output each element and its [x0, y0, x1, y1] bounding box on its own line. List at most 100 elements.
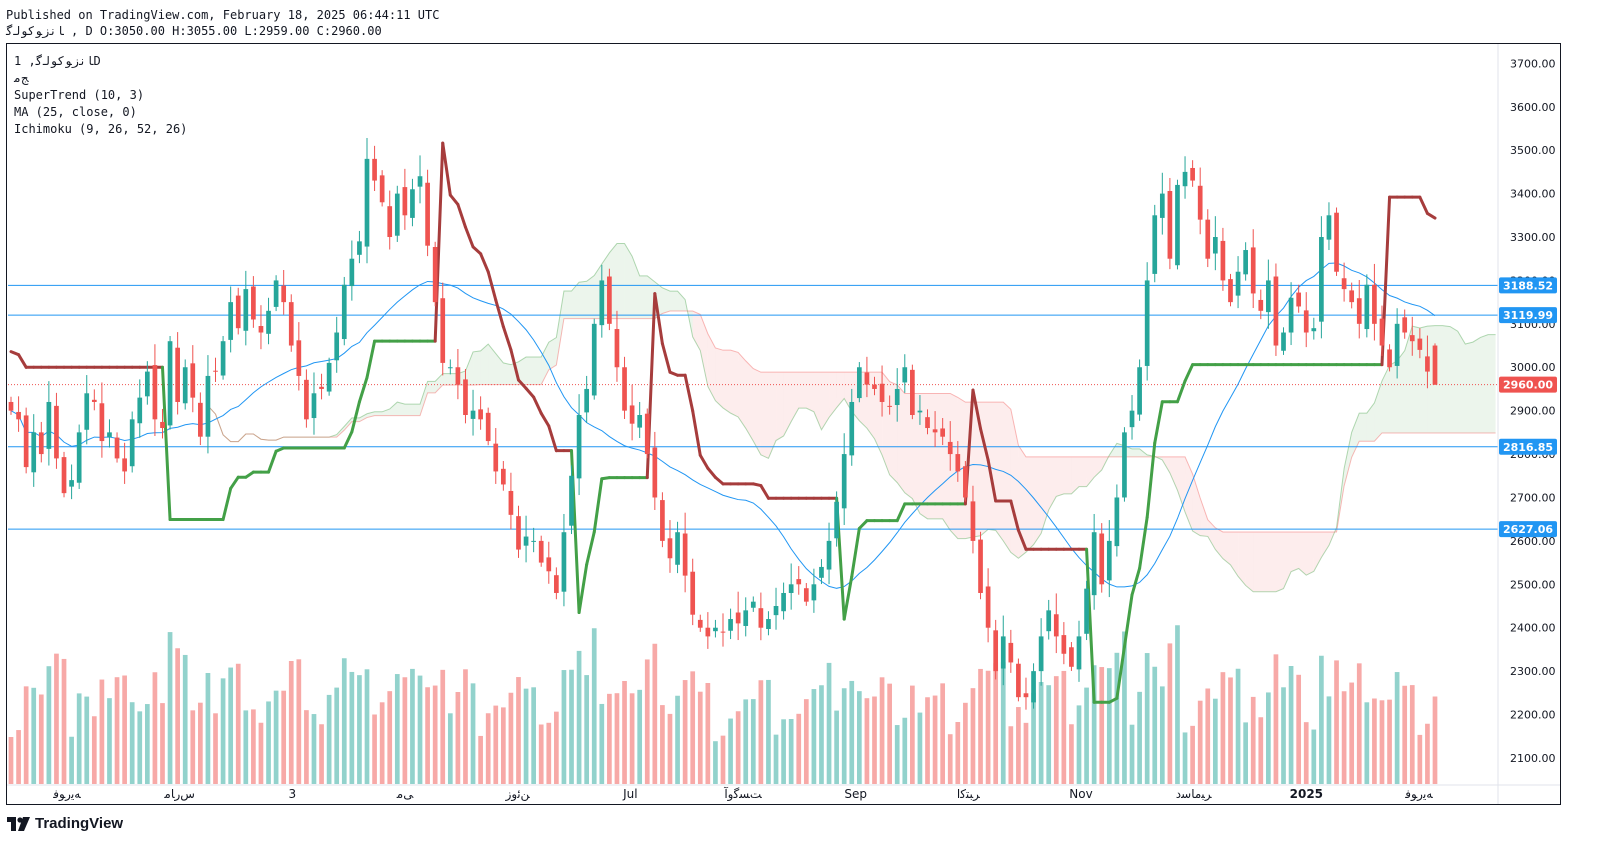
candle-body[interactable] — [750, 601, 756, 608]
candle-body[interactable] — [1228, 279, 1233, 303]
candle-body[interactable] — [1076, 636, 1082, 670]
candle-body[interactable] — [1356, 298, 1362, 324]
candle-body[interactable] — [1394, 323, 1400, 366]
candle-body[interactable] — [394, 193, 400, 236]
candle-body[interactable] — [341, 284, 347, 340]
candle-body[interactable] — [258, 326, 264, 333]
candle-body[interactable] — [493, 443, 499, 472]
candle-body[interactable] — [1288, 297, 1294, 333]
candle-body[interactable] — [963, 466, 968, 498]
candle-body[interactable] — [417, 176, 423, 187]
candle-body[interactable] — [1197, 185, 1203, 220]
candle-body[interactable] — [387, 206, 393, 238]
candle-body[interactable] — [319, 386, 324, 389]
candle-body[interactable] — [447, 367, 453, 369]
price-chart[interactable]: 2100.002200.002300.002400.002500.002600.… — [7, 44, 1560, 804]
candle-body[interactable] — [251, 286, 256, 320]
candle-body[interactable] — [561, 532, 567, 592]
candle-body[interactable] — [584, 388, 590, 413]
candle-body[interactable] — [1016, 663, 1021, 698]
candle-body[interactable] — [1326, 215, 1332, 240]
candle-body[interactable] — [1349, 290, 1355, 303]
candle-body[interactable] — [69, 480, 74, 487]
legend-supertrend[interactable]: SuperTrend (10, 3) — [14, 88, 144, 102]
candle-body[interactable] — [1243, 250, 1248, 275]
legend-ichimoku[interactable]: Ichimoku (9, 26, 52, 26) — [14, 122, 187, 136]
candle-body[interactable] — [864, 372, 870, 385]
candle-body[interactable] — [773, 606, 779, 616]
candle-body[interactable] — [766, 619, 771, 630]
candle-body[interactable] — [1220, 240, 1226, 281]
candle-body[interactable] — [31, 432, 37, 473]
candle-body[interactable] — [273, 280, 279, 307]
candle-body[interactable] — [508, 490, 514, 515]
candle-body[interactable] — [1425, 356, 1430, 372]
candle-body[interactable] — [856, 367, 862, 399]
candle-body[interactable] — [38, 432, 44, 455]
candle-body[interactable] — [1129, 410, 1135, 428]
candle-body[interactable] — [122, 458, 127, 472]
candle-body[interactable] — [879, 383, 885, 402]
candle-body[interactable] — [826, 540, 832, 570]
candle-body[interactable] — [819, 566, 824, 578]
candle-body[interactable] — [1402, 317, 1408, 333]
candle-body[interactable] — [478, 409, 483, 420]
candle-body[interactable] — [425, 182, 430, 246]
candle-body[interactable] — [591, 323, 597, 396]
candle-body[interactable] — [364, 158, 370, 247]
candle-body[interactable] — [1417, 338, 1423, 350]
candle-body[interactable] — [281, 285, 287, 303]
candle-body[interactable] — [1167, 190, 1173, 259]
candle-body[interactable] — [46, 401, 52, 449]
candle-body[interactable] — [675, 532, 680, 565]
candle-body[interactable] — [402, 187, 408, 216]
candle-body[interactable] — [432, 246, 438, 303]
candle-body[interactable] — [1387, 349, 1392, 368]
candle-body[interactable] — [811, 584, 817, 601]
candle-body[interactable] — [925, 417, 930, 429]
candle-body[interactable] — [1258, 299, 1264, 311]
candle-body[interactable] — [1273, 276, 1279, 346]
candle-body[interactable] — [410, 189, 415, 218]
candle-body[interactable] — [1334, 212, 1339, 272]
candle-body[interactable] — [1341, 278, 1347, 290]
candle-body[interactable] — [1159, 193, 1165, 218]
candle-body[interactable] — [1266, 280, 1271, 313]
candle-body[interactable] — [372, 158, 377, 181]
candle-body[interactable] — [690, 571, 696, 615]
candle-body[interactable] — [76, 432, 82, 483]
candle-body[interactable] — [470, 410, 476, 419]
candle-body[interactable] — [296, 340, 302, 376]
candle-body[interactable] — [705, 627, 711, 637]
candle-body[interactable] — [463, 379, 468, 415]
candle-body[interactable] — [129, 419, 135, 467]
candle-body[interactable] — [955, 454, 961, 472]
candle-body[interactable] — [576, 415, 582, 479]
candle-body[interactable] — [1311, 328, 1317, 332]
candle-body[interactable] — [137, 397, 143, 424]
candle-body[interactable] — [1137, 367, 1142, 415]
candle-body[interactable] — [182, 367, 188, 404]
candle-body[interactable] — [1091, 532, 1097, 596]
legend-ma[interactable]: MA (25, close, 0) — [14, 105, 137, 119]
candle-body[interactable] — [311, 393, 317, 419]
candle-body[interactable] — [947, 441, 953, 455]
candle-body[interactable] — [682, 533, 688, 576]
candle-body[interactable] — [1379, 318, 1385, 346]
candle-body[interactable] — [1190, 167, 1195, 181]
candle-body[interactable] — [160, 421, 165, 429]
candle-body[interactable] — [288, 302, 294, 346]
candle-body[interactable] — [198, 402, 203, 437]
candle-body[interactable] — [985, 586, 991, 628]
candle-body[interactable] — [485, 412, 491, 442]
candle-body[interactable] — [334, 332, 340, 361]
tradingview-logo[interactable]: TradingView — [7, 815, 123, 832]
candle-body[interactable] — [500, 468, 506, 485]
candle-body[interactable] — [516, 516, 521, 550]
candle-body[interactable] — [872, 384, 877, 389]
candle-body[interactable] — [1281, 332, 1286, 351]
candle-body[interactable] — [1038, 636, 1044, 672]
candle-body[interactable] — [84, 393, 90, 430]
candle-body[interactable] — [175, 347, 180, 402]
candle-body[interactable] — [849, 401, 855, 456]
